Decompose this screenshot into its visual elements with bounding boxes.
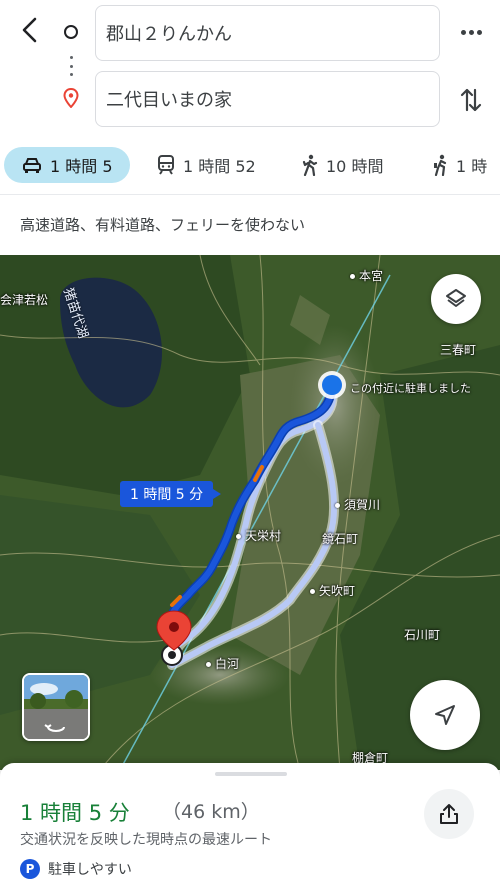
map-view[interactable]: 猪苗代湖 会津若松 本宮 三春町 この付近に駐車しました 須賀川 天栄村 鏡石町… — [0, 255, 500, 770]
route-dots-icon — [70, 56, 73, 76]
tab-car-label: 1 時間 5 — [50, 157, 113, 176]
tab-ride[interactable]: 1 時 — [432, 147, 487, 183]
more-button[interactable] — [455, 18, 487, 46]
street-view-image — [24, 675, 88, 739]
swap-icon — [460, 88, 482, 112]
origin-circle-icon — [64, 25, 78, 39]
tab-transit[interactable]: 1 時間 52 — [157, 147, 256, 183]
route-options-text[interactable]: 高速道路、有料道路、フェリーを使わない — [20, 214, 305, 235]
route-distance: （46 km） — [162, 801, 260, 823]
street-view-thumbnail[interactable] — [22, 673, 90, 741]
train-icon — [158, 155, 174, 175]
share-icon — [440, 804, 458, 824]
navigate-button[interactable] — [410, 680, 480, 750]
place-label-shirakawa: 白河 — [206, 655, 239, 672]
place-label-sukagawa: 須賀川 — [335, 496, 380, 513]
tab-ride-label: 1 時 — [456, 157, 488, 176]
tab-car[interactable]: 1 時間 5 — [4, 147, 130, 183]
sheet-drag-handle[interactable] — [215, 772, 287, 776]
place-label-aizu: 会津若松 — [0, 293, 49, 307]
directions-screen: 郡山２りんかん 二代目いまの家 1 時間 5 1 時間 52 10 時間 1 時… — [0, 0, 500, 884]
travel-mode-tabs: 1 時間 5 1 時間 52 10 時間 1 時 — [0, 145, 500, 189]
parked-note-label: この付近に駐車しました — [350, 382, 471, 395]
tab-walk[interactable]: 10 時間 — [302, 147, 383, 183]
more-icon — [460, 29, 466, 35]
directions-panel: 郡山２りんかん 二代目いまの家 1 時間 5 1 時間 52 10 時間 1 時… — [0, 0, 500, 255]
origin-field[interactable]: 郡山２りんかん — [95, 5, 440, 61]
parking-icon: P — [20, 859, 40, 879]
share-button[interactable] — [424, 789, 474, 839]
place-label-yabuki: 矢吹町 — [310, 582, 355, 599]
ride-icon — [434, 154, 447, 176]
parking-text: 駐車しやすい — [48, 862, 132, 878]
tab-walk-label: 10 時間 — [326, 157, 384, 176]
place-label-miharu: 三春町 — [440, 343, 477, 357]
destination-field[interactable]: 二代目いまの家 — [95, 71, 440, 127]
parking-info: P 駐車しやすい — [20, 859, 132, 879]
divider — [0, 194, 500, 195]
walk-icon — [302, 154, 318, 176]
place-label-ishikawa: 石川町 — [404, 628, 441, 642]
route-note: 交通状況を反映した現時点の最速ルート — [20, 832, 272, 848]
route-duration-tag[interactable]: 1 時間 5 分 — [120, 481, 222, 507]
tab-transit-label: 1 時間 52 — [183, 157, 256, 176]
back-button[interactable] — [14, 14, 46, 46]
swap-button[interactable] — [455, 82, 487, 118]
navigate-arrow-icon — [435, 705, 455, 725]
back-arrow-icon — [22, 17, 37, 43]
place-label-kagamiishi: 鏡石町 — [322, 532, 359, 546]
destination-pin-icon — [63, 88, 79, 108]
route-duration: 1 時間 5 分 — [20, 801, 130, 825]
layers-icon — [446, 289, 466, 307]
layers-button[interactable] — [431, 274, 481, 324]
place-label-tenei: 天栄村 — [236, 527, 281, 544]
car-icon — [23, 158, 41, 173]
place-label-motomiya: 本宮 — [350, 267, 383, 284]
route-summary-sheet[interactable]: 1 時間 5 分 （46 km） 交通状況を反映した現時点の最速ルート P 駐車… — [0, 763, 500, 884]
